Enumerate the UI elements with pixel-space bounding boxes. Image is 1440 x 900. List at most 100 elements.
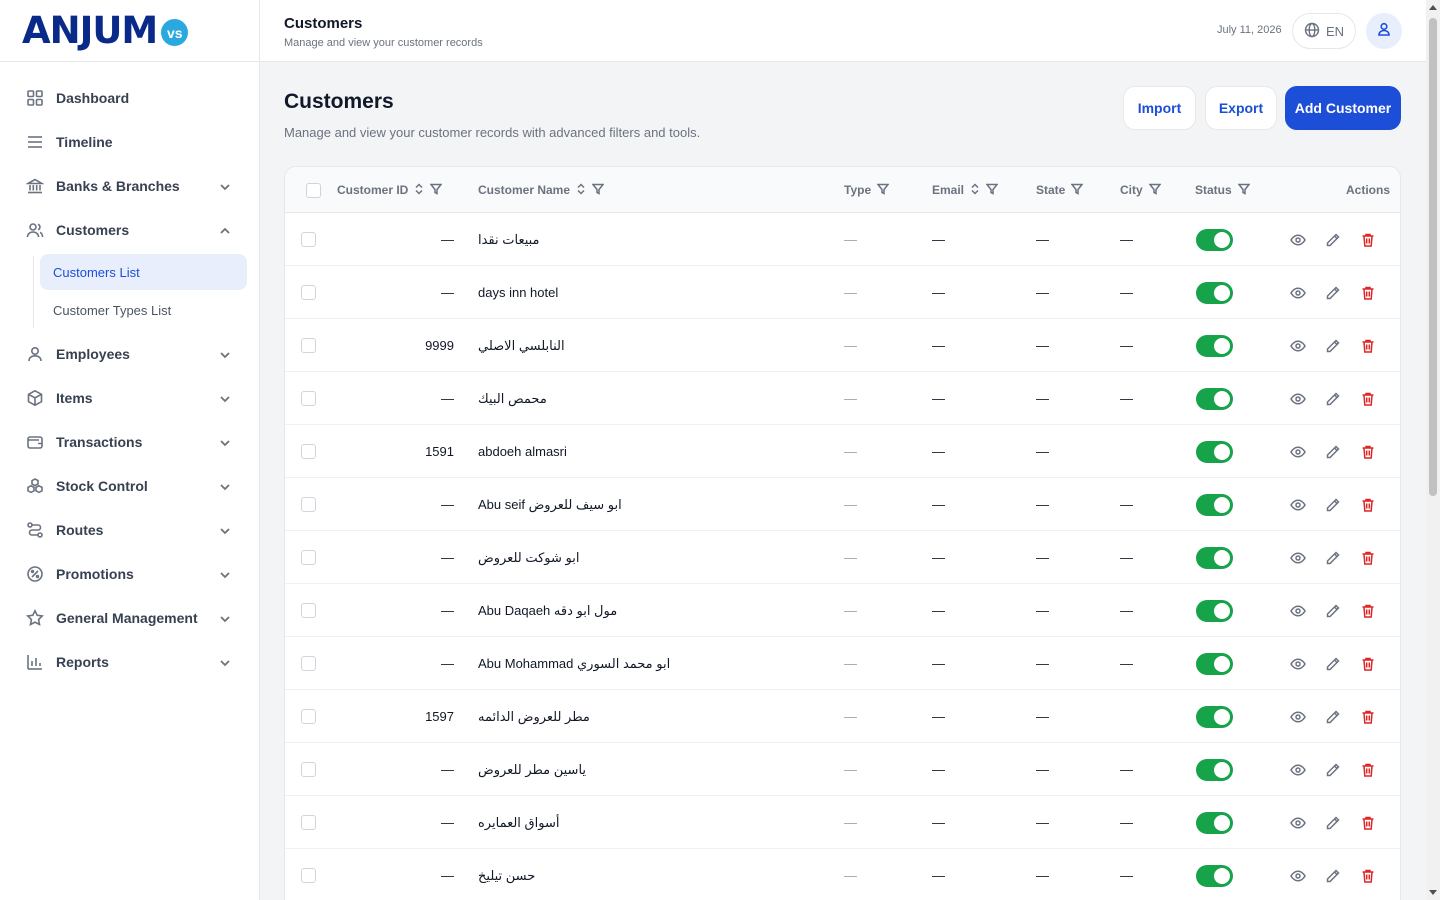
view-icon[interactable] [1288, 425, 1308, 478]
table-row[interactable]: — محمص البيك — — — — [285, 372, 1400, 425]
view-icon[interactable] [1288, 690, 1308, 743]
edit-icon[interactable] [1323, 796, 1343, 849]
edit-icon[interactable] [1323, 478, 1343, 531]
table-row[interactable]: 1591 abdoeh almasri — — — [285, 425, 1400, 478]
row-checkbox[interactable] [301, 690, 316, 743]
edit-icon[interactable] [1323, 266, 1343, 319]
delete-icon[interactable] [1358, 584, 1378, 637]
view-icon[interactable] [1288, 319, 1308, 372]
delete-icon[interactable] [1358, 319, 1378, 372]
user-menu-button[interactable] [1366, 13, 1402, 49]
filter-icon[interactable] [591, 183, 605, 198]
delete-icon[interactable] [1358, 637, 1378, 690]
sort-icon[interactable] [576, 182, 586, 198]
sidebar-item-reports[interactable]: Reports [0, 640, 259, 684]
filter-icon[interactable] [1237, 183, 1251, 198]
row-checkbox[interactable] [301, 796, 316, 849]
scroll-down-arrow[interactable] [1429, 890, 1437, 895]
delete-icon[interactable] [1358, 266, 1378, 319]
scroll-thumb[interactable] [1429, 18, 1437, 496]
edit-icon[interactable] [1323, 531, 1343, 584]
page-scrollbar[interactable] [1426, 0, 1440, 900]
edit-icon[interactable] [1323, 213, 1343, 266]
add-customer-button[interactable]: Add Customer [1285, 86, 1401, 130]
view-icon[interactable] [1288, 584, 1308, 637]
table-row[interactable]: — days inn hotel — — — — [285, 266, 1400, 319]
sidebar-item-promotions[interactable]: Promotions [0, 552, 259, 596]
sort-icon[interactable] [414, 182, 424, 198]
view-icon[interactable] [1288, 266, 1308, 319]
status-toggle[interactable] [1196, 584, 1233, 637]
table-row[interactable]: 1597 مطر للعروض الدائمه — — — [285, 690, 1400, 743]
column-customer-name[interactable]: Customer Name [478, 167, 605, 213]
sidebar-item-stock-control[interactable]: Stock Control [0, 464, 259, 508]
edit-icon[interactable] [1323, 690, 1343, 743]
view-icon[interactable] [1288, 849, 1308, 900]
delete-icon[interactable] [1358, 478, 1378, 531]
delete-icon[interactable] [1358, 531, 1378, 584]
view-icon[interactable] [1288, 213, 1308, 266]
column-type[interactable]: Type [844, 167, 890, 213]
edit-icon[interactable] [1323, 372, 1343, 425]
row-checkbox[interactable] [301, 531, 316, 584]
sidebar-item-general-management[interactable]: General Management [0, 596, 259, 640]
row-checkbox[interactable] [301, 584, 316, 637]
filter-icon[interactable] [429, 183, 443, 198]
column-customer-id[interactable]: Customer ID [337, 167, 443, 213]
table-row[interactable]: — Abu Mohammad ابو محمد السوري — — — — [285, 637, 1400, 690]
status-toggle[interactable] [1196, 372, 1233, 425]
filter-icon[interactable] [1070, 183, 1084, 198]
edit-icon[interactable] [1323, 849, 1343, 900]
export-button[interactable]: Export [1205, 86, 1277, 130]
sidebar-item-dashboard[interactable]: Dashboard [0, 76, 259, 120]
table-row[interactable]: — أسواق العمايره — — — — [285, 796, 1400, 849]
view-icon[interactable] [1288, 743, 1308, 796]
row-checkbox[interactable] [301, 266, 316, 319]
sidebar-item-banks-branches[interactable]: Banks & Branches [0, 164, 259, 208]
sidebar-item-employees[interactable]: Employees [0, 332, 259, 376]
status-toggle[interactable] [1196, 213, 1233, 266]
filter-icon[interactable] [876, 183, 890, 198]
sidebar-item-routes[interactable]: Routes [0, 508, 259, 552]
scroll-up-arrow[interactable] [1429, 5, 1437, 10]
row-checkbox[interactable] [301, 849, 316, 900]
delete-icon[interactable] [1358, 690, 1378, 743]
column-email[interactable]: Email [932, 167, 999, 213]
status-toggle[interactable] [1196, 637, 1233, 690]
view-icon[interactable] [1288, 372, 1308, 425]
table-row[interactable]: — Abu seif ابو سيف للعروض — — — — [285, 478, 1400, 531]
row-checkbox[interactable] [301, 425, 316, 478]
status-toggle[interactable] [1196, 849, 1233, 900]
edit-icon[interactable] [1323, 319, 1343, 372]
table-row[interactable]: — مبيعات نقدا — — — — [285, 213, 1400, 266]
row-checkbox[interactable] [301, 743, 316, 796]
row-checkbox[interactable] [301, 637, 316, 690]
sidebar-item-transactions[interactable]: Transactions [0, 420, 259, 464]
sort-icon[interactable] [970, 182, 980, 198]
status-toggle[interactable] [1196, 796, 1233, 849]
sidebar-item-timeline[interactable]: Timeline [0, 120, 259, 164]
column-status[interactable]: Status [1195, 167, 1251, 213]
view-icon[interactable] [1288, 796, 1308, 849]
sidebar-item-items[interactable]: Items [0, 376, 259, 420]
edit-icon[interactable] [1323, 743, 1343, 796]
edit-icon[interactable] [1323, 637, 1343, 690]
status-toggle[interactable] [1196, 743, 1233, 796]
table-row[interactable]: — Abu Daqaeh مول ابو دقه — — — — [285, 584, 1400, 637]
view-icon[interactable] [1288, 637, 1308, 690]
filter-icon[interactable] [985, 183, 999, 198]
column-state[interactable]: State [1036, 167, 1084, 213]
status-toggle[interactable] [1196, 531, 1233, 584]
import-button[interactable]: Import [1123, 86, 1196, 130]
delete-icon[interactable] [1358, 372, 1378, 425]
table-row[interactable]: — ياسين مطر للعروض — — — — [285, 743, 1400, 796]
delete-icon[interactable] [1358, 743, 1378, 796]
row-checkbox[interactable] [301, 478, 316, 531]
table-row[interactable]: 9999 النابلسي الاصلي — — — — [285, 319, 1400, 372]
filter-icon[interactable] [1148, 183, 1162, 198]
language-switcher[interactable]: EN [1292, 13, 1356, 49]
status-toggle[interactable] [1196, 319, 1233, 372]
submenu-item-customers-list[interactable]: Customers List [40, 254, 247, 290]
row-checkbox[interactable] [301, 319, 316, 372]
status-toggle[interactable] [1196, 690, 1233, 743]
